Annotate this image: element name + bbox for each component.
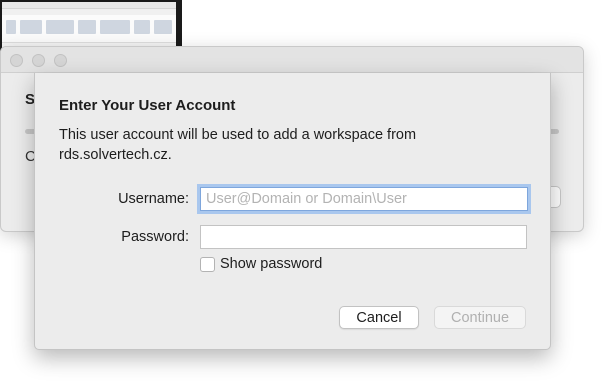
ribbon-icon [78, 20, 96, 34]
show-password-label[interactable]: Show password [220, 256, 322, 272]
background-spreadsheet-titlebar [2, 2, 176, 9]
ribbon-icon [46, 20, 74, 34]
traffic-light-minimize-icon[interactable] [32, 54, 45, 67]
window-titlebar [1, 47, 583, 73]
ribbon-icon [154, 20, 172, 34]
ribbon-icon [100, 20, 130, 34]
background-button-edge [551, 186, 561, 208]
sheet-title: Enter Your User Account [59, 97, 236, 114]
username-label: Username: [118, 191, 189, 207]
ribbon-icon [6, 20, 16, 34]
traffic-light-zoom-icon[interactable] [54, 54, 67, 67]
show-password-checkbox[interactable] [200, 257, 215, 272]
password-input[interactable] [200, 225, 527, 249]
continue-button[interactable]: Continue [434, 306, 526, 329]
ribbon-icon [134, 20, 150, 34]
username-input[interactable] [200, 187, 528, 211]
background-spreadsheet-screen [2, 2, 176, 50]
background-spreadsheet-ribbon [2, 15, 176, 43]
ribbon-icon [20, 20, 42, 34]
traffic-light-close-icon[interactable] [10, 54, 23, 67]
sheet-description: This user account will be used to add a … [59, 127, 417, 163]
cancel-button[interactable]: Cancel [339, 306, 419, 329]
user-account-sheet: Enter Your User Account This user accoun… [34, 73, 551, 350]
password-label: Password: [121, 229, 189, 245]
